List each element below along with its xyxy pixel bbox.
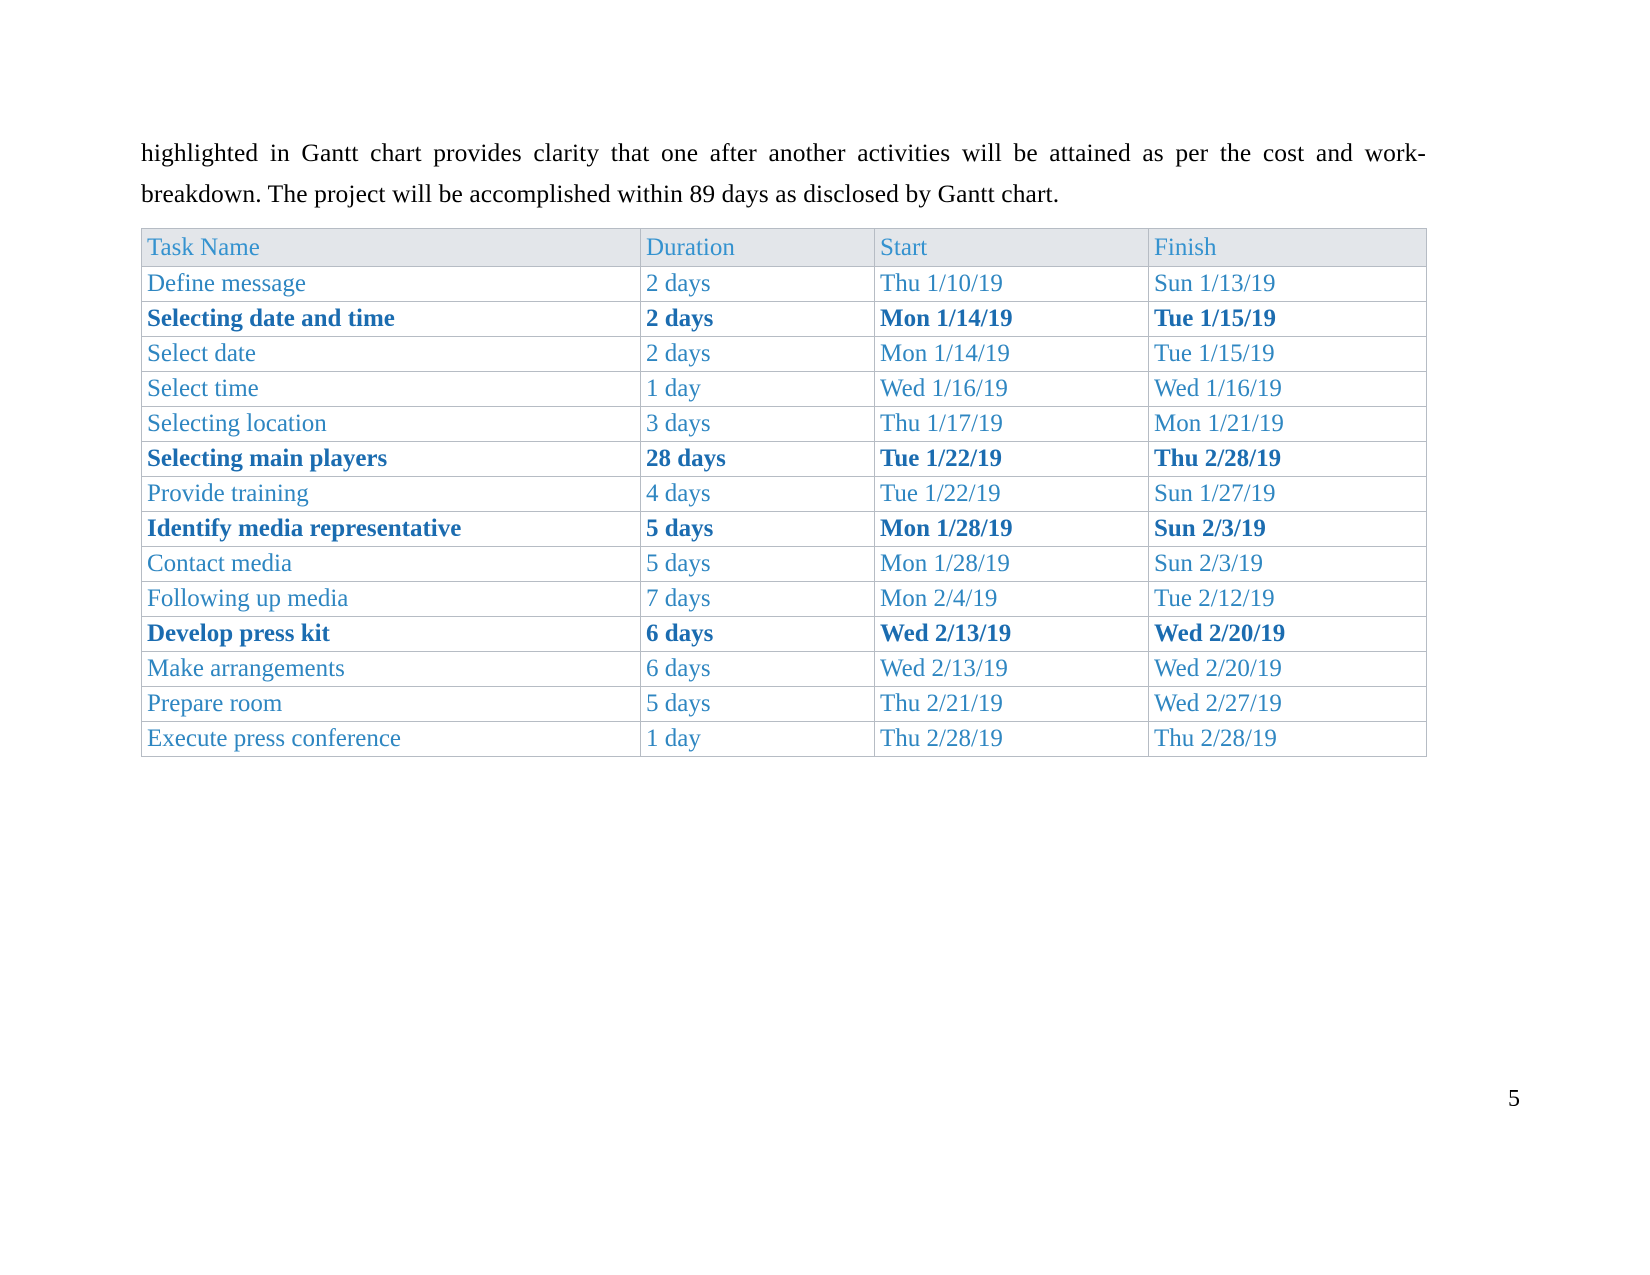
- cell-start: Wed 1/16/19: [874, 371, 1149, 407]
- cell-duration: 2 days: [640, 266, 875, 302]
- cell-start: Mon 1/28/19: [874, 511, 1149, 547]
- body-paragraph: highlighted in Gantt chart provides clar…: [141, 138, 1426, 208]
- cell-duration: 1 day: [640, 721, 875, 757]
- table-row[interactable]: Execute press conference 1 day Thu 2/28/19…: [141, 721, 1427, 757]
- page-number: 5: [1508, 1086, 1520, 1112]
- cell-task-name: Contact media: [141, 546, 641, 582]
- cell-task-name: Provide training: [141, 476, 641, 512]
- cell-start: Wed 2/13/19: [874, 616, 1149, 652]
- column-header-start: Start: [874, 228, 1149, 267]
- cell-task-name: Selecting location: [141, 406, 641, 442]
- cell-finish: Wed 1/16/19: [1148, 371, 1427, 407]
- cell-duration: 2 days: [640, 301, 875, 337]
- cell-start: Thu 2/21/19: [874, 686, 1149, 722]
- cell-finish: Wed 2/20/19: [1148, 616, 1427, 652]
- cell-duration: 7 days: [640, 581, 875, 617]
- cell-finish: Mon 1/21/19: [1148, 406, 1427, 442]
- table-body: Define message 2 days Thu 1/10/19 Sun 1/13/…: [141, 266, 1427, 757]
- cell-start: Tue 1/22/19: [874, 476, 1149, 512]
- cell-task-name: Selecting date and time: [141, 301, 641, 337]
- cell-duration: 5 days: [640, 546, 875, 582]
- cell-duration: 3 days: [640, 406, 875, 442]
- cell-task-name: Execute press conference: [141, 721, 641, 757]
- cell-finish: Wed 2/27/19: [1148, 686, 1427, 722]
- column-header-duration: Duration: [640, 228, 875, 267]
- cell-task-name: Define message: [141, 266, 641, 302]
- table-row[interactable]: Contact media 5 days Mon 1/28/19 Sun 2/3/19: [141, 546, 1427, 582]
- table-row[interactable]: Following up media 7 days Mon 2/4/19 Tue 2/…: [141, 581, 1427, 617]
- cell-start: Mon 1/14/19: [874, 301, 1149, 337]
- table-row[interactable]: Identify media representative 5 days Mon 1…: [141, 511, 1427, 547]
- cell-finish: Sun 2/3/19: [1148, 546, 1427, 582]
- cell-start: Tue 1/22/19: [874, 441, 1149, 477]
- cell-task-name: Selecting main players: [141, 441, 641, 477]
- cell-duration: 6 days: [640, 616, 875, 652]
- cell-duration: 4 days: [640, 476, 875, 512]
- cell-finish: Thu 2/28/19: [1148, 721, 1427, 757]
- table-row[interactable]: Develop press kit 6 days Wed 2/13/19 Wed 2/…: [141, 616, 1427, 652]
- table-row[interactable]: Selecting date and time 2 days Mon 1/14/19…: [141, 301, 1427, 337]
- table-row[interactable]: Selecting location 3 days Thu 1/17/19 Mon 1…: [141, 406, 1427, 442]
- cell-task-name: Identify media representative: [141, 511, 641, 547]
- cell-start: Mon 1/28/19: [874, 546, 1149, 582]
- gantt-task-table: Task Name Duration Start Finish Define m…: [141, 228, 1427, 757]
- column-header-task-name: Task Name: [141, 228, 641, 267]
- cell-finish: Tue 1/15/19: [1148, 301, 1427, 337]
- table-row[interactable]: Make arrangements 6 days Wed 2/13/19 Wed 2/…: [141, 651, 1427, 687]
- document-page: highlighted in Gantt chart provides clar…: [0, 0, 1650, 1275]
- cell-finish: Sun 1/13/19: [1148, 266, 1427, 302]
- cell-finish: Sun 1/27/19: [1148, 476, 1427, 512]
- cell-finish: Tue 2/12/19: [1148, 581, 1427, 617]
- cell-start: Wed 2/13/19: [874, 651, 1149, 687]
- cell-duration: 2 days: [640, 336, 875, 372]
- table-row[interactable]: Selecting main players 28 days Tue 1/22/19…: [141, 441, 1427, 477]
- cell-start: Thu 1/17/19: [874, 406, 1149, 442]
- cell-task-name: Select date: [141, 336, 641, 372]
- cell-duration: 6 days: [640, 651, 875, 687]
- table-row[interactable]: Define message 2 days Thu 1/10/19 Sun 1/13/…: [141, 266, 1427, 302]
- table-header-row: Task Name Duration Start Finish: [141, 228, 1427, 267]
- cell-start: Mon 1/14/19: [874, 336, 1149, 372]
- table-row[interactable]: Select date 2 days Mon 1/14/19 Tue 1/15/19: [141, 336, 1427, 372]
- cell-task-name: Develop press kit: [141, 616, 641, 652]
- cell-task-name: Make arrangements: [141, 651, 641, 687]
- cell-duration: 28 days: [640, 441, 875, 477]
- cell-duration: 1 day: [640, 371, 875, 407]
- table-row[interactable]: Prepare room 5 days Thu 2/21/19 Wed 2/27/19: [141, 686, 1427, 722]
- cell-task-name: Select time: [141, 371, 641, 407]
- cell-task-name: Following up media: [141, 581, 641, 617]
- cell-finish: Sun 2/3/19: [1148, 511, 1427, 547]
- table-row[interactable]: Select time 1 day Wed 1/16/19 Wed 1/16/19: [141, 371, 1427, 407]
- column-header-finish: Finish: [1148, 228, 1427, 267]
- page-content: highlighted in Gantt chart provides clar…: [141, 132, 1427, 757]
- cell-finish: Thu 2/28/19: [1148, 441, 1427, 477]
- cell-start: Thu 1/10/19: [874, 266, 1149, 302]
- cell-duration: 5 days: [640, 511, 875, 547]
- cell-start: Mon 2/4/19: [874, 581, 1149, 617]
- cell-finish: Tue 1/15/19: [1148, 336, 1427, 372]
- cell-start: Thu 2/28/19: [874, 721, 1149, 757]
- cell-task-name: Prepare room: [141, 686, 641, 722]
- cell-finish: Wed 2/20/19: [1148, 651, 1427, 687]
- table-header: Task Name Duration Start Finish: [141, 228, 1427, 267]
- cell-duration: 5 days: [640, 686, 875, 722]
- table-row[interactable]: Provide training 4 days Tue 1/22/19 Sun 1/2…: [141, 476, 1427, 512]
